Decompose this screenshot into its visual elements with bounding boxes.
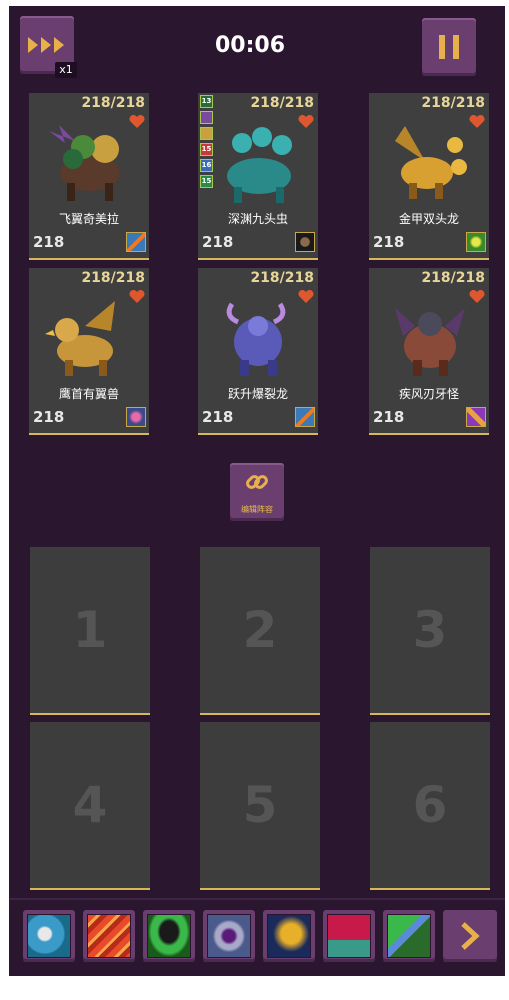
speed-multiplier-badge: x1	[55, 62, 77, 78]
monster-card[interactable]: 218/218 鹰首有翼兽 218	[29, 268, 149, 435]
abyss-hydra-sprite	[227, 127, 292, 203]
buff-badge: 15	[200, 143, 213, 156]
winged-chimera-sprite	[49, 125, 120, 201]
buff-list: 13 15 16 15	[200, 95, 213, 188]
tornado-icon	[147, 914, 191, 958]
ability-slot[interactable]	[83, 910, 135, 962]
hp-text: 218/218	[421, 95, 485, 111]
chevron-right-icon	[461, 922, 480, 950]
monster-card[interactable]: 218/218 金甲双头龙 218	[369, 93, 489, 260]
monster-name: 飞翼奇美拉	[58, 212, 119, 226]
golden-ghost-icon	[267, 914, 311, 958]
formation-slot[interactable]: 1	[30, 547, 150, 715]
attack-value: 218	[373, 408, 405, 426]
edit-team-label: 编辑阵容	[241, 505, 273, 514]
attack-value: 218	[373, 233, 405, 251]
monster-name: 金甲双头龙	[398, 212, 459, 226]
purple-vortex-icon	[207, 914, 251, 958]
hp-text: 218/218	[250, 270, 314, 286]
monster-name: 疾风刃牙怪	[398, 387, 459, 401]
hp-text: 218/218	[250, 95, 314, 111]
battle-timer: 00:06	[214, 33, 286, 58]
dark-face-skill-icon	[295, 232, 315, 252]
griffin-sprite	[45, 301, 115, 376]
staff-strike-icon	[387, 914, 431, 958]
gold-buff-icon	[200, 127, 213, 140]
next-abilities-button[interactable]	[443, 910, 497, 962]
formation-slot[interactable]: 5	[200, 722, 320, 890]
monster-card[interactable]: 218/218 疾风刃牙怪 218	[369, 268, 489, 435]
ability-slot[interactable]	[143, 910, 195, 962]
monster-card[interactable]: 13 15 16 15 218/218 深渊九头虫 218	[198, 93, 318, 260]
pearl-clam-icon	[27, 914, 71, 958]
link-icon	[246, 475, 268, 489]
buff-badge: 13	[200, 95, 213, 108]
hp-text: 218/218	[81, 95, 145, 111]
monster-name: 深渊九头虫	[227, 212, 288, 226]
ability-slot[interactable]	[323, 910, 375, 962]
crimson-pool-icon	[327, 914, 371, 958]
claw-skill-icon	[466, 407, 486, 427]
attack-value: 218	[202, 233, 234, 251]
pink-orb-skill-icon	[126, 407, 146, 427]
fast-forward-icon	[28, 37, 64, 53]
golden-twin-dragon-sprite	[395, 126, 467, 199]
edit-team-button[interactable]: 编辑阵容	[230, 463, 284, 521]
ability-slot[interactable]	[203, 910, 255, 962]
monster-card[interactable]: 218/218 飞翼奇美拉 218	[29, 93, 149, 260]
formation-slot[interactable]: 2	[200, 547, 320, 715]
green-burst-skill-icon	[466, 232, 486, 252]
pause-icon	[439, 35, 459, 59]
monster-card[interactable]: 218/218 跃升爆裂龙 218	[198, 268, 318, 435]
monster-name: 跃升爆裂龙	[227, 387, 288, 401]
slash-skill-icon	[295, 407, 315, 427]
ability-slot[interactable]	[383, 910, 435, 962]
attack-value: 218	[33, 408, 65, 426]
hp-text: 218/218	[81, 270, 145, 286]
attack-value: 218	[33, 233, 65, 251]
formation-slot[interactable]: 6	[370, 722, 490, 890]
hp-text: 218/218	[421, 270, 485, 286]
purple-orb-buff-icon	[200, 111, 213, 124]
monster-name: 鹰首有翼兽	[58, 387, 119, 401]
attack-value: 218	[202, 408, 234, 426]
burst-dragon-sprite	[226, 302, 286, 376]
ability-slot[interactable]	[263, 910, 315, 962]
fire-claw-icon	[87, 914, 131, 958]
buff-badge: 15	[200, 175, 213, 188]
pause-button[interactable]	[422, 18, 476, 76]
gale-fang-beast-sprite	[395, 308, 465, 376]
formation-slot[interactable]: 4	[30, 722, 150, 890]
buff-badge: 16	[200, 159, 213, 172]
slash-skill-icon	[126, 232, 146, 252]
ability-slot[interactable]	[23, 910, 75, 962]
formation-slot[interactable]: 3	[370, 547, 490, 715]
